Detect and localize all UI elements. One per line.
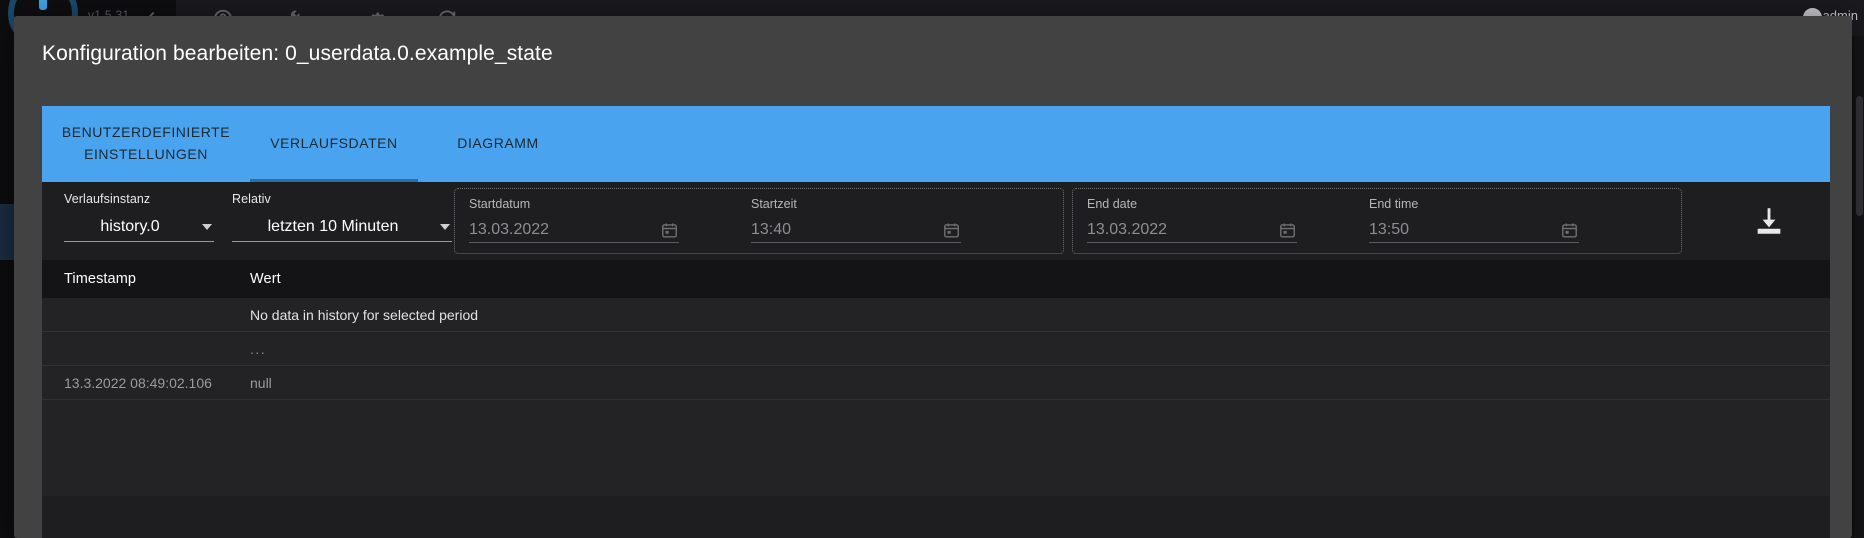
relative-range-label: Relativ (232, 192, 271, 206)
start-date-value: 13.03.2022 (469, 221, 550, 238)
cell-timestamp: 13.3.2022 08:49:02.106 (64, 374, 212, 391)
chevron-down-icon (202, 224, 212, 230)
start-datetime-group: Startdatum 13.03.2022 Startzeit 13:40 (454, 188, 1064, 254)
history-instance-field: Verlaufsinstanz history.0 (64, 192, 214, 242)
end-datetime-group: End date 13.03.2022 End time 13:50 (1072, 188, 1682, 254)
edit-config-dialog: Konfiguration bearbeiten: 0_userdata.0.e… (14, 16, 1852, 538)
end-date-input[interactable]: 13.03.2022 (1087, 215, 1297, 245)
end-time-input[interactable]: 13:50 (1369, 215, 1579, 245)
start-date-input[interactable]: 13.03.2022 (469, 215, 679, 245)
start-time-field: Startzeit 13:40 (751, 197, 961, 245)
end-date-field: End date 13.03.2022 (1087, 197, 1297, 245)
column-header-timestamp: Timestamp (64, 271, 137, 287)
history-instance-select[interactable]: history.0 (64, 212, 214, 242)
cell-value: ... (250, 340, 267, 357)
calendar-icon[interactable] (1278, 221, 1297, 240)
app-scrollbar-thumb[interactable] (1856, 96, 1863, 216)
tab-chart[interactable]: DIAGRAMM (418, 106, 578, 182)
start-time-value: 13:40 (751, 221, 792, 238)
calendar-icon[interactable] (1560, 221, 1579, 240)
calendar-icon[interactable] (660, 221, 679, 240)
chevron-down-icon (440, 224, 450, 230)
tab-bar: BENUTZERDEFINIERTE EINSTELLUNGEN VERLAUF… (42, 106, 1830, 182)
table-row[interactable]: No data in history for selected period (42, 298, 1830, 332)
start-time-label: Startzeit (751, 197, 797, 211)
cell-value: No data in history for selected period (250, 306, 479, 323)
start-date-field: Startdatum 13.03.2022 (469, 197, 679, 245)
end-date-label: End date (1087, 197, 1138, 211)
table-header-row: Timestamp Wert (42, 260, 1830, 298)
table-empty-area (42, 400, 1830, 496)
table-row[interactable]: ... (42, 332, 1830, 366)
tab-history-data[interactable]: VERLAUFSDATEN (250, 106, 418, 182)
start-date-label: Startdatum (469, 197, 531, 211)
end-date-value: 13.03.2022 (1087, 221, 1168, 238)
end-time-value: 13:50 (1369, 221, 1410, 238)
relative-range-field: Relativ letzten 10 Minuten (232, 192, 452, 242)
calendar-icon[interactable] (942, 221, 961, 240)
relative-range-value: letzten 10 Minuten (267, 218, 399, 235)
dialog-title: Konfiguration bearbeiten: 0_userdata.0.e… (42, 42, 553, 65)
dialog-body: BENUTZERDEFINIERTE EINSTELLUNGEN VERLAUF… (42, 106, 1830, 538)
column-header-value: Wert (250, 271, 281, 287)
cell-value: null (250, 374, 272, 391)
history-instance-label: Verlaufsinstanz (64, 192, 151, 206)
history-controls: Verlaufsinstanz history.0 Relativ letzte… (42, 182, 1830, 260)
history-instance-value: history.0 (100, 218, 160, 235)
start-time-input[interactable]: 13:40 (751, 215, 961, 245)
app-scrollbar-track[interactable] (1854, 36, 1864, 538)
table-row[interactable]: 13.3.2022 08:49:02.106 null (42, 366, 1830, 400)
history-table: Timestamp Wert No data in history for se… (42, 260, 1830, 496)
relative-range-select[interactable]: letzten 10 Minuten (232, 212, 452, 242)
end-time-field: End time 13:50 (1369, 197, 1579, 245)
tab-custom-settings[interactable]: BENUTZERDEFINIERTE EINSTELLUNGEN (42, 106, 250, 182)
download-button[interactable] (1752, 204, 1786, 238)
end-time-label: End time (1369, 197, 1419, 211)
